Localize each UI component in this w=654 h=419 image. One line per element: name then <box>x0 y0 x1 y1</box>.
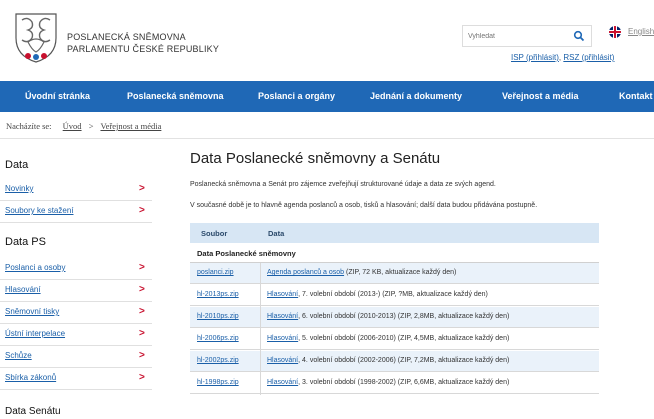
file-download-link[interactable]: hl-2002ps.zip <box>197 357 239 364</box>
file-description: Hlasování, 6. volební období (2010-2013)… <box>267 313 509 320</box>
sidebar-heading-data-ps: Data PS <box>5 236 46 248</box>
file-description: Hlasování, 3. volební období (1998-2002)… <box>267 379 509 386</box>
sidebar-item-label[interactable]: Soubory ke stažení <box>5 206 73 215</box>
sidebar-item-deputies[interactable]: Poslanci a osoby > <box>0 258 152 280</box>
sidebar: Data Novinky > Soubory ke stažení > Data… <box>0 139 158 419</box>
search-box <box>462 25 592 47</box>
page-title: Data Poslanecké sněmovny a Senátu <box>190 150 441 167</box>
nav-item-public-media[interactable]: Veřejnost a média <box>502 91 579 101</box>
search-icon[interactable] <box>573 30 585 42</box>
info-paragraph: V současné době je to hlavně agenda posl… <box>190 202 538 209</box>
description-text: , 4. volební období (2002-2006) (ZIP, 7,… <box>298 357 510 364</box>
brand-line-1: POSLANECKÁ SNĚMOVNA <box>67 32 186 42</box>
sidebar-item-label[interactable]: Novinky <box>5 184 33 193</box>
description-link[interactable]: Hlasování <box>267 313 298 320</box>
sidebar-item-voting[interactable]: Hlasování > <box>0 280 152 302</box>
chevron-right-icon: > <box>139 183 145 194</box>
description-text: , 5. volební období (2006-2010) (ZIP, 4,… <box>298 335 510 342</box>
table-row: hl-2010ps.zip Hlasování, 6. volební obdo… <box>190 307 599 328</box>
sidebar-item-label[interactable]: Sněmovní tisky <box>5 307 59 316</box>
file-download-link[interactable]: poslanci.zip <box>197 269 234 276</box>
column-header-data: Data <box>268 229 285 238</box>
search-input[interactable] <box>468 29 568 43</box>
breadcrumb-separator: > <box>88 121 94 131</box>
sidebar-item-sessions[interactable]: Schůze > <box>0 346 152 368</box>
sidebar-item-label[interactable]: Hlasování <box>5 285 41 294</box>
table-row: hl-1998ps.zip Hlasování, 3. volební obdo… <box>190 373 599 394</box>
nav-item-documents[interactable]: Jednání a dokumenty <box>370 91 462 101</box>
file-download-link[interactable]: hl-2006ps.zip <box>197 335 239 342</box>
nav-item-deputies[interactable]: Poslanci a orgány <box>258 91 335 101</box>
brand-line-2: PARLAMENTU ČESKÉ REPUBLIKY <box>67 44 220 54</box>
file-download-link[interactable]: hl-2010ps.zip <box>197 313 239 320</box>
description-link[interactable]: Hlasování <box>267 291 298 298</box>
table-header-row: Soubor Data <box>190 223 599 243</box>
sidebar-item-label[interactable]: Ústní interpelace <box>5 329 65 338</box>
column-header-file: Soubor <box>201 229 228 238</box>
description-text: , 7. volební období (2013-) (ZIP, ?MB, a… <box>298 291 488 298</box>
brand-name[interactable]: POSLANECKÁ SNĚMOVNA PARLAMENTU ČESKÉ REP… <box>67 31 219 55</box>
file-download-link[interactable]: hl-1998ps.zip <box>197 379 239 386</box>
sidebar-item-downloads[interactable]: Soubory ke stažení > <box>0 201 152 223</box>
description-text: , 6. volební období (2010-2013) (ZIP, 2,… <box>298 313 510 320</box>
sidebar-heading-data-senate: Data Senátu <box>5 406 61 417</box>
file-download-link[interactable]: hl-2013ps.zip <box>197 291 239 298</box>
description-text: , 3. volební období (1998-2002) (ZIP, 6,… <box>298 379 510 386</box>
login-links: ISP (přihlásit), RSZ (přihlásit) <box>511 53 614 62</box>
breadcrumb-home-link[interactable]: Úvod <box>63 121 82 131</box>
parliament-logo-icon[interactable] <box>8 8 64 64</box>
isp-login-link[interactable]: ISP (přihlásit) <box>511 53 559 62</box>
description-link[interactable]: Hlasování <box>267 379 298 386</box>
language-link[interactable]: English <box>628 27 654 36</box>
breadcrumb: Nacházíte se: Úvod > Veřejnost a média <box>6 121 161 131</box>
table-group-label: Data Poslanecké sněmovny <box>197 249 296 258</box>
intro-paragraph: Poslanecká sněmovna a Senát pro zájemce … <box>190 181 496 188</box>
main-nav: Úvodní stránka Poslanecká sněmovna Posla… <box>0 81 654 112</box>
description-link[interactable]: Hlasování <box>267 357 298 364</box>
table-row: hl-2002ps.zip Hlasování, 4. volební obdo… <box>190 351 599 372</box>
nav-item-home[interactable]: Úvodní stránka <box>25 91 90 101</box>
chevron-right-icon: > <box>139 205 145 216</box>
site-header: POSLANECKÁ SNĚMOVNA PARLAMENTU ČESKÉ REP… <box>0 0 654 80</box>
chevron-right-icon: > <box>139 372 145 383</box>
table-row: hl-2013ps.zip Hlasování, 7. volební obdo… <box>190 285 599 306</box>
column-divider <box>260 263 261 395</box>
chevron-right-icon: > <box>139 328 145 339</box>
sidebar-item-label[interactable]: Poslanci a osoby <box>5 263 65 272</box>
nav-item-contact[interactable]: Kontakt <box>619 91 653 101</box>
sidebar-item-news[interactable]: Novinky > <box>0 179 152 201</box>
rsz-login-link[interactable]: RSZ (přihlásit) <box>563 53 614 62</box>
description-link[interactable]: Hlasování <box>267 335 298 342</box>
file-description: Agenda poslanců a osob (ZIP, 72 KB, aktu… <box>267 269 456 276</box>
table-row: hl-2006ps.zip Hlasování, 5. volební obdo… <box>190 329 599 350</box>
sidebar-item-label[interactable]: Sbírka zákonů <box>5 373 56 382</box>
sidebar-heading-data: Data <box>5 159 29 171</box>
sidebar-item-label[interactable]: Schůze <box>5 351 32 360</box>
chevron-right-icon: > <box>139 262 145 273</box>
description-link[interactable]: Agenda poslanců a osob <box>267 269 344 276</box>
nav-item-chamber[interactable]: Poslanecká sněmovna <box>127 91 224 101</box>
chevron-right-icon: > <box>139 306 145 317</box>
file-description: Hlasování, 5. volební období (2006-2010)… <box>267 335 509 342</box>
chevron-right-icon: > <box>139 350 145 361</box>
table-row: poslanci.zip Agenda poslanců a osob (ZIP… <box>190 263 599 284</box>
description-text: (ZIP, 72 KB, aktualizace každý den) <box>344 269 457 276</box>
breadcrumb-public-media-link[interactable]: Veřejnost a média <box>100 121 161 131</box>
login-separator: , <box>558 53 562 62</box>
breadcrumb-prefix: Nacházíte se: <box>6 121 52 131</box>
file-description: Hlasování, 7. volební období (2013-) (ZI… <box>267 291 488 298</box>
sidebar-item-interpellations[interactable]: Ústní interpelace > <box>0 324 152 346</box>
sidebar-item-collection-of-laws[interactable]: Sbírka zákonů > <box>0 368 152 390</box>
chevron-right-icon: > <box>139 284 145 295</box>
table-group-row: Data Poslanecké sněmovny <box>190 243 599 263</box>
sidebar-item-prints[interactable]: Sněmovní tisky > <box>0 302 152 324</box>
file-description: Hlasování, 4. volební období (2002-2006)… <box>267 357 509 364</box>
uk-flag-icon[interactable] <box>609 26 621 38</box>
